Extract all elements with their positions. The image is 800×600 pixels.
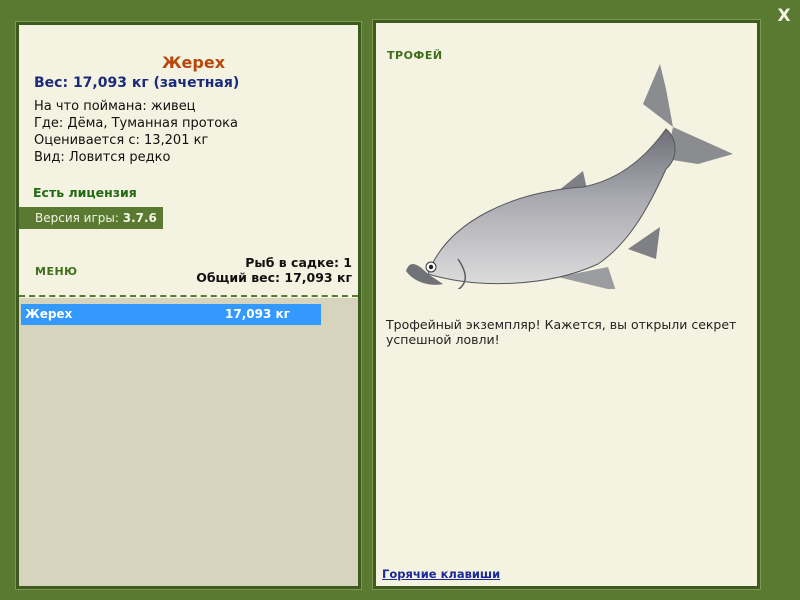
trophy-panel: ТРОФЕЙ Трофейный экземпляр! Кажется, вы … bbox=[372, 19, 761, 590]
fish-weight: Вес: 17,093 кг (зачетная) bbox=[34, 75, 240, 91]
cage-row-weight: 17,093 кг bbox=[225, 307, 290, 321]
cage-row-name: Жерех bbox=[25, 307, 73, 321]
fish-info-panel: Жерех Вес: 17,093 кг (зачетная) На что п… bbox=[15, 21, 362, 590]
close-button[interactable]: X bbox=[774, 6, 794, 26]
fish-image bbox=[406, 64, 733, 289]
cage-row[interactable]: Жерех 17,093 кг bbox=[21, 304, 321, 325]
fish-details: На что поймана: живец Где: Дёма, Туманна… bbox=[34, 98, 238, 166]
cage-total-weight: Общий вес: 17,093 кг bbox=[196, 270, 352, 285]
bait-info: На что поймана: живец bbox=[34, 99, 196, 114]
menu-button[interactable]: МЕНЮ bbox=[35, 265, 78, 278]
rating-info: Оценивается с: 13,201 кг bbox=[34, 133, 209, 148]
game-version: Версия игры: 3.7.6 bbox=[19, 207, 163, 229]
license-status: Есть лицензия bbox=[33, 185, 137, 200]
divider bbox=[19, 295, 358, 297]
hotkeys-link[interactable]: Горячие клавиши bbox=[382, 567, 500, 581]
cage-stats: Рыб в садке: 1 Общий вес: 17,093 кг bbox=[196, 255, 352, 285]
trophy-description: Трофейный экземпляр! Кажется, вы открыли… bbox=[386, 317, 737, 347]
species-info: Вид: Ловится редко bbox=[34, 150, 171, 165]
fish-name: Жерех bbox=[161, 53, 226, 72]
version-value: 3.7.6 bbox=[122, 211, 157, 225]
cage-list: Жерех 17,093 кг bbox=[19, 298, 358, 586]
cage-count: Рыб в садке: 1 bbox=[245, 255, 352, 270]
version-label: Версия игры: bbox=[35, 211, 123, 225]
location-info: Где: Дёма, Туманная протока bbox=[34, 116, 238, 131]
